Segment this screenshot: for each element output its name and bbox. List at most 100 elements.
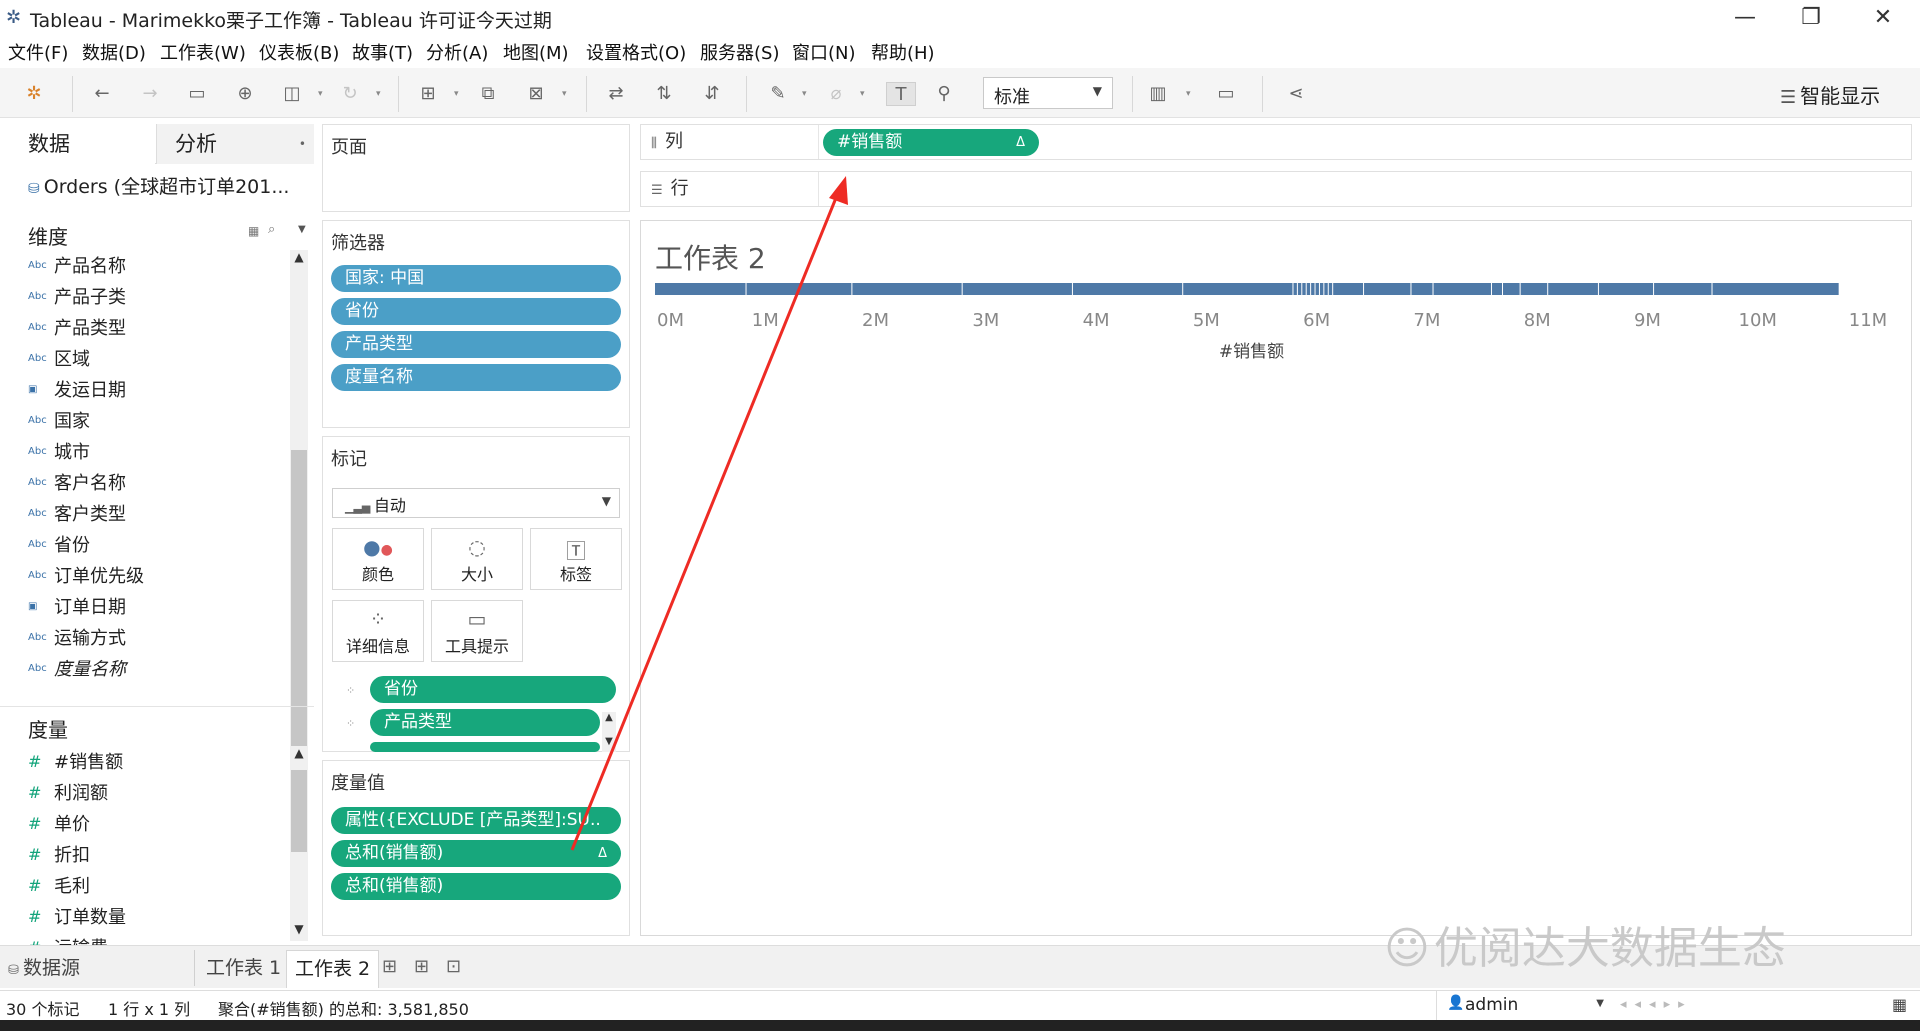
pause-icon[interactable]: ◫: [280, 82, 304, 106]
measure-field[interactable]: # 折扣: [28, 841, 90, 872]
measure-field[interactable]: # #销售额: [28, 748, 123, 779]
bar-segment[interactable]: [1297, 283, 1302, 295]
filter-pill-country[interactable]: 国家: 中国: [331, 265, 621, 292]
marks-field-measure-values[interactable]: [370, 742, 600, 752]
bar-segment[interactable]: [852, 283, 962, 295]
menu-story[interactable]: 故事(T): [352, 39, 413, 65]
sheet-sorter-icon[interactable]: ▦: [1892, 995, 1907, 1014]
chart-size-icon[interactable]: ▥: [1146, 82, 1170, 106]
dimensions-menu-icon[interactable]: ▼: [298, 224, 306, 235]
bar-segment[interactable]: [1491, 283, 1502, 295]
bar-segment[interactable]: [1328, 283, 1333, 295]
bar-segment[interactable]: [1333, 283, 1364, 295]
menu-data[interactable]: 数据(D): [82, 39, 146, 65]
bar-segment[interactable]: [1315, 283, 1319, 295]
marks-tooltip-button[interactable]: ▭ 工具提示: [431, 600, 523, 662]
dimension-field[interactable]: Abc 产品子类: [28, 283, 126, 314]
marks-color-button[interactable]: ●● 颜色: [332, 528, 424, 590]
dimension-field[interactable]: Abc 客户类型: [28, 500, 126, 531]
dimension-field[interactable]: Abc 城市: [28, 438, 90, 469]
rows-shelf[interactable]: ☰ 行: [640, 171, 1912, 207]
dimension-field[interactable]: ▣ 订单日期: [28, 593, 126, 624]
bar-segment[interactable]: [1712, 283, 1839, 295]
bar-segment[interactable]: [1548, 283, 1598, 295]
close-button[interactable]: ✕: [1860, 2, 1906, 34]
bar-segment[interactable]: [1311, 283, 1315, 295]
swap-icon[interactable]: ⇄: [604, 82, 628, 106]
filter-pill-product-type[interactable]: 产品类型: [331, 331, 621, 358]
bar-segment[interactable]: [1411, 283, 1433, 295]
refresh-dropdown-icon[interactable]: ▾: [376, 89, 381, 99]
new-dashboard-icon[interactable]: ⊞: [414, 956, 429, 977]
label-icon[interactable]: T: [886, 82, 916, 106]
bar-segment[interactable]: [1433, 283, 1491, 295]
marks-detail-button[interactable]: ⁘ 详细信息: [332, 600, 424, 662]
view-toggle-icon[interactable]: ▦: [248, 224, 259, 238]
pane-menu-icon[interactable]: •: [299, 124, 306, 164]
sheet-navigation[interactable]: ◂◂◂▸▸: [1620, 997, 1693, 1012]
dimension-field[interactable]: Abc 区域: [28, 345, 90, 376]
bar-segment[interactable]: [1654, 283, 1712, 295]
clear-icon[interactable]: ⊠: [524, 82, 548, 106]
dimensions-scrollbar[interactable]: ▲ ▼: [290, 250, 308, 830]
minimize-button[interactable]: —: [1722, 2, 1768, 34]
duplicate-icon[interactable]: ⧉: [476, 82, 500, 106]
menu-analysis[interactable]: 分析(A): [426, 39, 488, 65]
bar-segment[interactable]: [1520, 283, 1548, 295]
scroll-thumb[interactable]: [291, 770, 307, 852]
new-worksheet-dropdown-icon[interactable]: ▾: [454, 89, 459, 99]
bar-segment[interactable]: [1302, 283, 1306, 295]
bar-segment[interactable]: [746, 283, 852, 295]
bar-segment[interactable]: [1319, 283, 1324, 295]
bar-segment[interactable]: [1293, 283, 1297, 295]
menu-map[interactable]: 地图(M): [503, 39, 569, 65]
measure-field[interactable]: # 单价: [28, 810, 90, 841]
marks-size-button[interactable]: ◌ 大小: [431, 528, 523, 590]
tableau-logo-icon[interactable]: ✲: [22, 82, 46, 106]
bar-segment[interactable]: [1324, 283, 1328, 295]
measure-value-pill-sales-delta[interactable]: 总和(销售额) Δ: [331, 840, 621, 867]
bar-segment[interactable]: [1072, 283, 1183, 295]
dimension-field[interactable]: Abc 省份: [28, 531, 90, 562]
marks-scrollbar[interactable]: ▲ ▼: [602, 712, 616, 752]
dimension-field[interactable]: Abc 订单优先级: [28, 562, 144, 593]
clear-dropdown-icon[interactable]: ▾: [562, 89, 567, 99]
filter-pill-province[interactable]: 省份: [331, 298, 621, 325]
mark-type-select[interactable]: ▁▃▅ 自动 ▼: [332, 488, 620, 518]
menu-worksheet[interactable]: 工作表(W): [160, 39, 246, 65]
new-story-icon[interactable]: ⊡: [446, 956, 461, 977]
pause-dropdown-icon[interactable]: ▾: [318, 89, 323, 99]
new-worksheet-icon[interactable]: ⊞: [416, 82, 440, 106]
share-icon[interactable]: ⋖: [1284, 82, 1308, 106]
menu-dashboard[interactable]: 仪表板(B): [259, 39, 339, 65]
measure-values-shelf[interactable]: 度量值 属性({EXCLUDE [产品类型]:SU.. 总和(销售额) Δ 总和…: [322, 760, 630, 936]
forward-icon[interactable]: →: [138, 82, 162, 106]
dimension-field[interactable]: Abc 产品名称: [28, 252, 126, 283]
bar-segment[interactable]: [1598, 283, 1654, 295]
sales-bar-chart[interactable]: 0M 1M 2M 3M 4M 5M 6M 7M 8M 9M 10M 11M #销售额: [641, 283, 1911, 413]
measure-field[interactable]: # 利润额: [28, 779, 108, 810]
measures-scrollbar[interactable]: ▲ ▼: [290, 746, 308, 941]
bar-segment[interactable]: [962, 283, 1072, 295]
dimension-field[interactable]: Abc 客户名称: [28, 469, 126, 500]
chart-size-dropdown-icon[interactable]: ▾: [1186, 89, 1191, 99]
new-worksheet-icon[interactable]: ⊞: [382, 956, 397, 977]
marks-label-button[interactable]: 🅃 标签: [530, 528, 622, 590]
measure-field[interactable]: # 毛利: [28, 872, 90, 903]
bar-segment[interactable]: [1183, 283, 1293, 295]
datasource-item[interactable]: ⛁ Orders (全球超市订单201...: [28, 172, 289, 199]
scroll-up-icon[interactable]: ▲: [290, 746, 308, 760]
bar-segment[interactable]: [1306, 283, 1311, 295]
filters-shelf[interactable]: 筛选器 国家: 中国 省份 产品类型 度量名称: [322, 220, 630, 428]
tab-data[interactable]: 数据: [0, 124, 155, 164]
sheet-tab-2[interactable]: 工作表 2: [286, 950, 380, 988]
user-menu[interactable]: 👤 admin ▼: [1436, 991, 1612, 1021]
search-icon[interactable]: ⌕: [268, 222, 275, 237]
marks-field-province[interactable]: 省份: [370, 676, 616, 703]
marks-field-product-type[interactable]: 产品类型: [370, 709, 600, 736]
group-icon[interactable]: ⌀: [824, 82, 848, 106]
sheet-tab-1[interactable]: 工作表 1: [198, 950, 289, 988]
dimension-field[interactable]: Abc 产品类型: [28, 314, 126, 345]
measure-field[interactable]: # 订单数量: [28, 903, 126, 934]
measure-value-pill-exclude[interactable]: 属性({EXCLUDE [产品类型]:SU..: [331, 807, 621, 834]
